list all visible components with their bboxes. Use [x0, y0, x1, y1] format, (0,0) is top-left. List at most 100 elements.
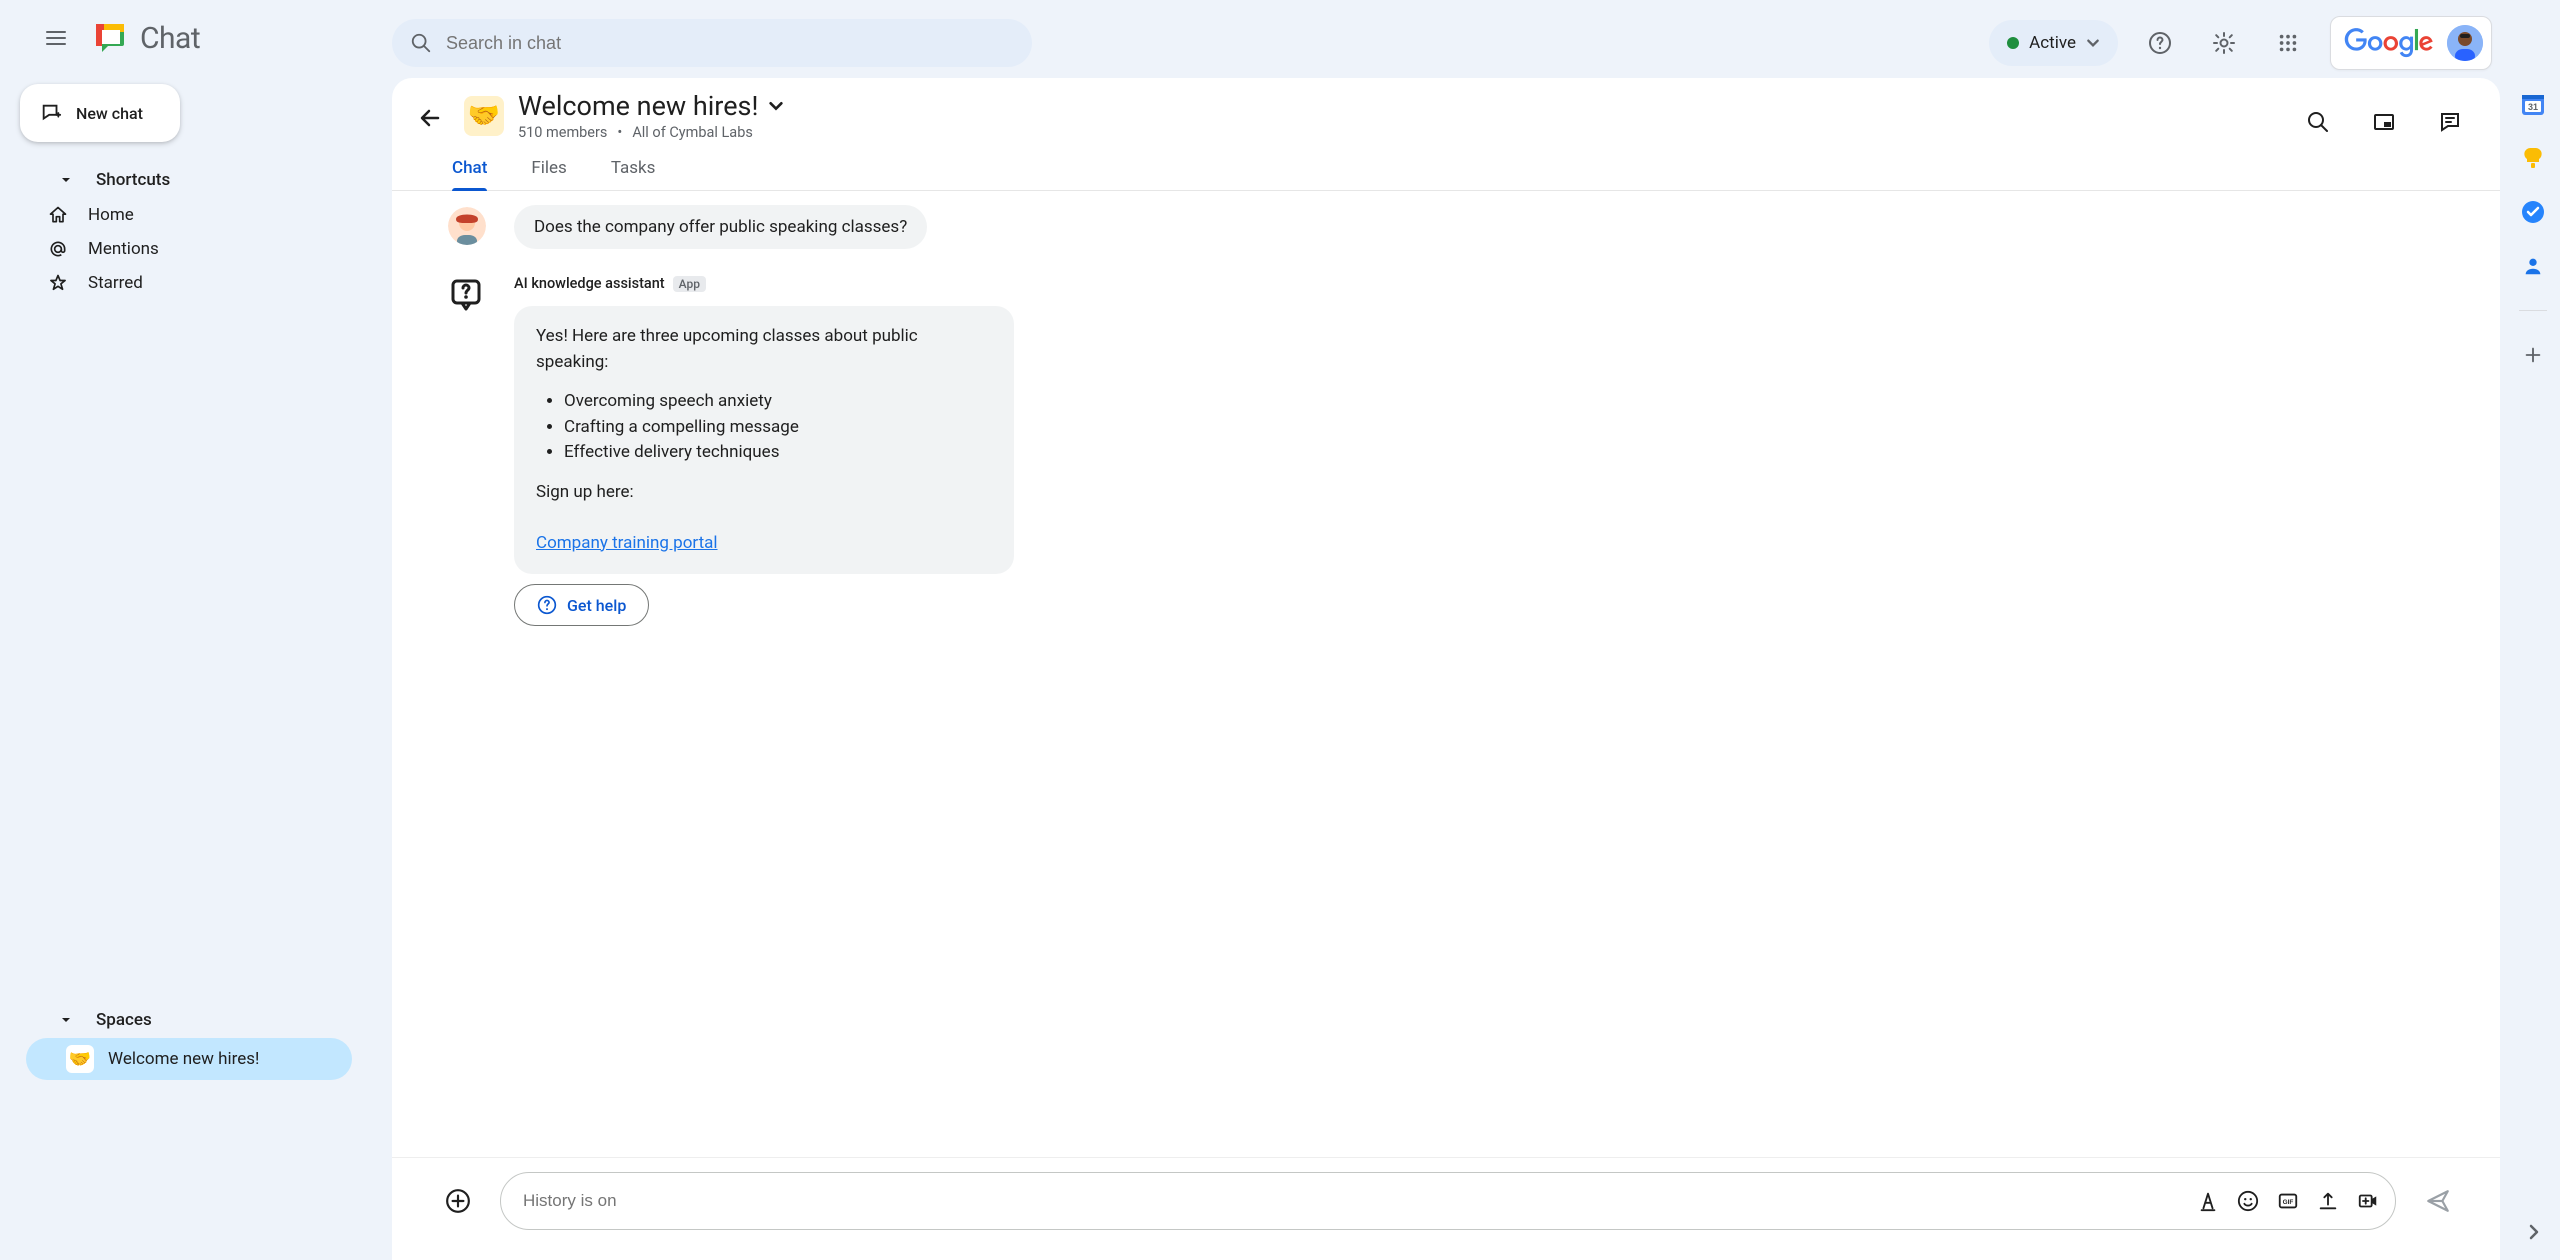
calendar-icon: 31	[2520, 91, 2546, 117]
sidebar-item-starred[interactable]: Starred	[0, 266, 356, 300]
send-button[interactable]	[2416, 1179, 2460, 1223]
sidebar-top-row: Chat	[0, 14, 392, 62]
sidebar-item-label: Mentions	[88, 239, 159, 259]
user-avatar-small	[448, 207, 486, 245]
home-icon	[48, 205, 68, 225]
caret-down-icon	[60, 1014, 72, 1026]
star-icon	[48, 273, 68, 293]
sidebar-item-home[interactable]: Home	[0, 198, 356, 232]
contacts-rail-button[interactable]	[2519, 252, 2547, 280]
list-item: Crafting a compelling message	[564, 415, 992, 441]
new-chat-label: New chat	[76, 104, 143, 123]
composer-input[interactable]	[523, 1191, 2197, 1211]
user-avatar[interactable]	[2447, 25, 2483, 61]
hamburger-icon	[44, 26, 68, 50]
message-assistant-reply: AI knowledge assistant App Yes! Here are…	[448, 275, 2460, 626]
video-plus-icon	[2357, 1190, 2379, 1212]
left-sidebar: Chat New chat Shortcuts Home Mentions St…	[0, 0, 392, 1260]
get-help-label: Get help	[567, 596, 626, 615]
list-item: Overcoming speech anxiety	[564, 389, 992, 415]
space-title-button[interactable]: Welcome new hires!	[518, 90, 784, 122]
send-icon	[2425, 1188, 2451, 1214]
chat-logo[interactable]: Chat	[92, 20, 200, 56]
chat-logo-text: Chat	[140, 21, 200, 56]
svg-text:GIF: GIF	[2283, 1199, 2294, 1206]
shortcuts-label: Shortcuts	[96, 170, 170, 190]
space-item-welcome-new-hires[interactable]: 🤝 Welcome new hires!	[26, 1038, 352, 1080]
sidebar-item-label: Starred	[88, 273, 143, 293]
pip-icon	[2372, 110, 2396, 134]
space-title: Welcome new hires!	[518, 90, 758, 122]
sender-name: AI knowledge assistant	[514, 275, 665, 292]
collapse-side-panel-button[interactable]	[2522, 1220, 2546, 1244]
plus-icon	[2522, 344, 2544, 366]
search-bar[interactable]	[392, 19, 1032, 67]
space-header-emoji: 🤝	[464, 96, 504, 136]
app-badge: App	[673, 276, 706, 292]
tasks-rail-button[interactable]	[2519, 198, 2547, 226]
plus-circle-icon	[445, 1188, 471, 1214]
shortcuts-section: Shortcuts Home Mentions Starred	[0, 162, 392, 300]
message-user-question: Does the company offer public speaking c…	[448, 205, 2460, 249]
tab-tasks[interactable]: Tasks	[611, 158, 656, 190]
picture-in-picture-button[interactable]	[2362, 100, 2406, 144]
add-attachment-button[interactable]	[436, 1179, 480, 1223]
settings-button[interactable]	[2202, 21, 2246, 65]
svg-text:31: 31	[2528, 102, 2538, 112]
message-composer[interactable]: GIF	[500, 1172, 2396, 1230]
upload-icon	[2317, 1190, 2339, 1212]
shortcuts-header[interactable]: Shortcuts	[0, 162, 392, 198]
spaces-header[interactable]: Spaces	[0, 1002, 392, 1038]
space-emoji-icon: 🤝	[66, 1045, 94, 1073]
search-input[interactable]	[446, 33, 1014, 54]
spaces-section: Spaces 🤝 Welcome new hires!	[0, 1002, 392, 1080]
sidebar-item-mentions[interactable]: Mentions	[0, 232, 356, 266]
gear-icon	[2212, 31, 2236, 55]
google-account-block[interactable]	[2330, 16, 2492, 70]
video-meeting-button[interactable]	[2357, 1190, 2379, 1212]
training-portal-link[interactable]: Company training portal	[536, 533, 718, 553]
chevron-down-icon	[768, 98, 784, 114]
assistant-bubble: Yes! Here are three upcoming classes abo…	[514, 306, 1014, 574]
status-selector[interactable]: Active	[1989, 20, 2118, 66]
chat-logo-icon	[92, 20, 128, 56]
calendar-rail-button[interactable]: 31	[2519, 90, 2547, 118]
tab-files[interactable]: Files	[531, 158, 566, 190]
keep-icon	[2521, 146, 2545, 170]
sender-line: AI knowledge assistant App	[514, 275, 706, 292]
space-search-button[interactable]	[2296, 100, 2340, 144]
assistant-avatar	[448, 277, 486, 315]
thread-panel-button[interactable]	[2428, 100, 2472, 144]
format-text-button[interactable]	[2197, 1190, 2219, 1212]
new-chat-icon	[40, 102, 62, 124]
get-addons-button[interactable]	[2519, 341, 2547, 369]
spaces-label: Spaces	[96, 1010, 152, 1030]
emoji-button[interactable]	[2237, 1190, 2259, 1212]
upload-button[interactable]	[2317, 1190, 2339, 1212]
search-icon	[410, 32, 432, 54]
space-tabs: Chat Files Tasks	[392, 144, 2500, 191]
status-dot-icon	[2007, 37, 2019, 49]
help-icon	[2148, 31, 2172, 55]
member-count: 510 members	[518, 124, 607, 141]
person-icon	[2522, 255, 2544, 277]
side-rail: 31	[2506, 90, 2560, 369]
chevron-down-icon	[2086, 36, 2100, 50]
space-subtitle: 510 members • All of Cymbal Labs	[518, 124, 784, 141]
help-circle-icon	[537, 595, 557, 615]
get-help-button[interactable]: Get help	[514, 584, 649, 626]
tab-chat[interactable]: Chat	[452, 158, 487, 190]
search-icon	[2306, 110, 2330, 134]
help-button[interactable]	[2138, 21, 2182, 65]
google-logo-icon	[2343, 28, 2435, 58]
keep-rail-button[interactable]	[2519, 144, 2547, 172]
gif-button[interactable]: GIF	[2277, 1190, 2299, 1212]
back-button[interactable]	[410, 98, 450, 138]
new-chat-button[interactable]: New chat	[20, 84, 180, 142]
conversation-panel: 🤝 Welcome new hires! 510 members • All o…	[392, 78, 2500, 1260]
main-column: Active 🤝 Welcome new hires	[392, 0, 2560, 1260]
tasks-icon	[2521, 200, 2545, 224]
message-list: Does the company offer public speaking c…	[392, 191, 2500, 1157]
main-menu-button[interactable]	[32, 14, 80, 62]
apps-button[interactable]	[2266, 21, 2310, 65]
